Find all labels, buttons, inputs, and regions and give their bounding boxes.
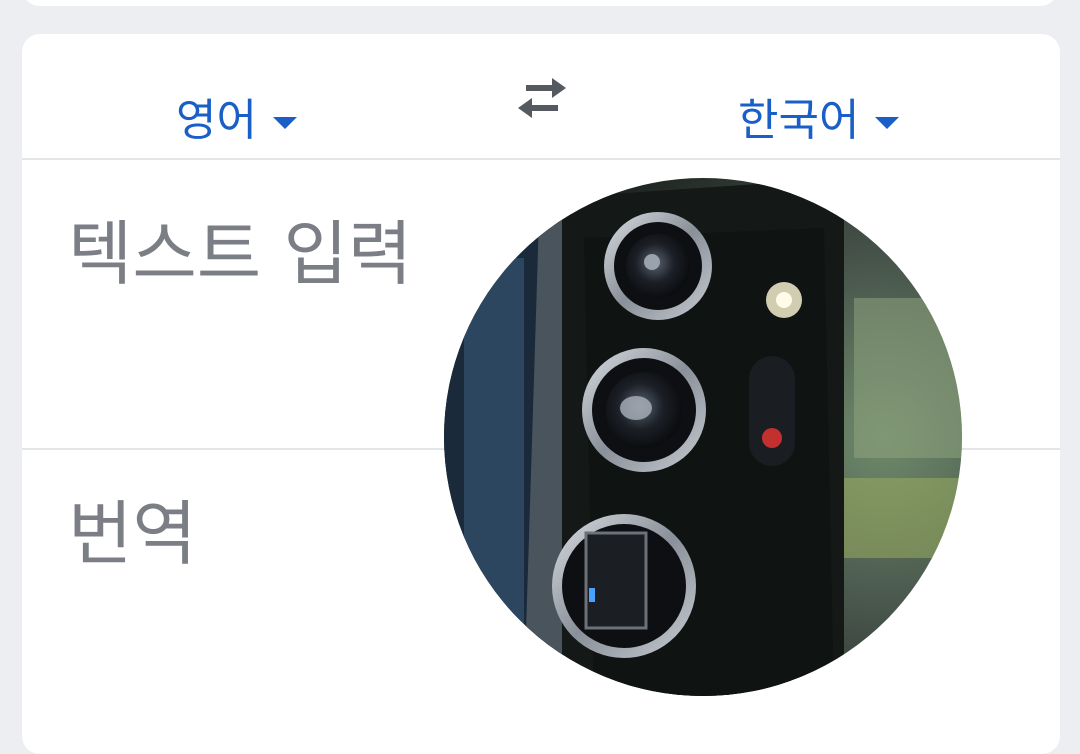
translation-label: 번역	[68, 493, 197, 575]
caret-down-icon	[272, 117, 297, 129]
camera-lens-photo	[444, 178, 962, 696]
language-bar: 영어 한국어	[22, 34, 1060, 160]
input-placeholder: 텍스트 입력	[68, 213, 413, 295]
target-language-label: 한국어	[738, 95, 860, 146]
caret-down-icon	[875, 117, 900, 129]
source-language-label: 영어	[176, 95, 257, 146]
target-language-selector[interactable]: 한국어	[738, 88, 900, 146]
source-language-selector[interactable]: 영어	[176, 88, 297, 146]
previous-card	[22, 0, 1058, 6]
swap-arrows-icon[interactable]	[516, 76, 568, 120]
